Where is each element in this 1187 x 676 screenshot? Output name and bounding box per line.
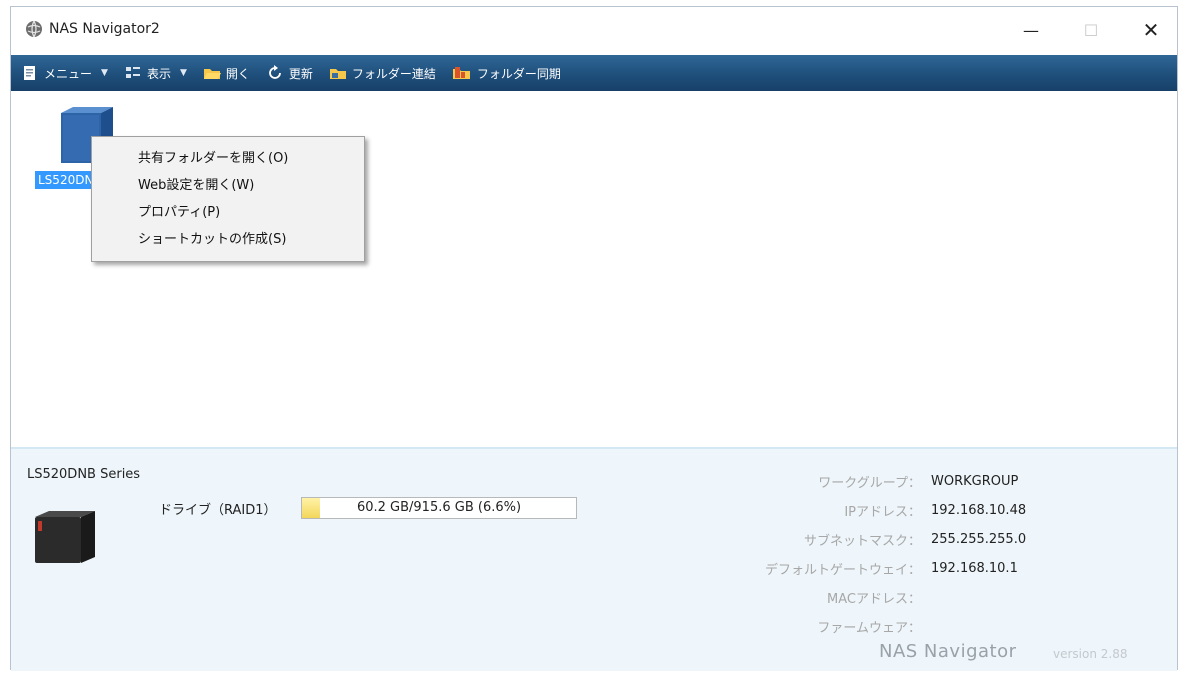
device-label: LS520DNB Series xyxy=(35,171,93,189)
toolbar: メニュー ▼ 表示 ▼ 開く 更新 フォルダー連結 フォルダー同期 xyxy=(11,55,1177,91)
property-value: 192.168.10.1 xyxy=(931,561,1018,576)
menu-item-properties[interactable]: プロパティ(P) xyxy=(92,199,364,226)
maximize-button[interactable]: ☐ xyxy=(1069,15,1113,45)
menu-item-open-shared-folder[interactable]: 共有フォルダーを開く(O) xyxy=(92,145,364,172)
toolbar-open-button[interactable]: 開く xyxy=(203,59,250,87)
folder-open-icon xyxy=(203,69,221,79)
refresh-icon xyxy=(269,65,281,79)
property-key: サブネットマスク： xyxy=(803,534,921,549)
toolbar-menu-button[interactable]: メニュー ▼ xyxy=(21,59,108,87)
title-bar: NAS Navigator2 — ☐ ✕ xyxy=(11,7,1177,53)
drive-usage-text: 60.2 GB/915.6 GB (6.6%) xyxy=(356,500,522,515)
property-row-firmware: ファームウェア： xyxy=(711,612,1151,641)
view-icon xyxy=(125,67,140,78)
property-key: ファームウェア： xyxy=(817,621,921,636)
toolbar-refresh-button[interactable]: 更新 xyxy=(266,59,313,87)
minimize-button[interactable]: — xyxy=(1009,15,1053,45)
device-info-panel: LS520DNB Series ドライブ（RAID1） 60.2 GB/915.… xyxy=(11,447,1177,671)
toolbar-refresh-label: 更新 xyxy=(288,66,313,81)
chevron-down-icon: ▼ xyxy=(179,68,187,78)
context-menu: 共有フォルダーを開く(O) Web設定を開く(W) プロパティ(P) ショートカ… xyxy=(91,136,365,262)
version-text: version 2.88 xyxy=(1053,647,1128,661)
menu-icon xyxy=(24,66,35,80)
property-value: 255.255.255.0 xyxy=(931,532,1027,547)
drive-usage-bar: 60.2 GB/915.6 GB (6.6%) xyxy=(301,497,577,519)
menu-item-create-shortcut[interactable]: ショートカットの作成(S) xyxy=(92,226,364,253)
window-title: NAS Navigator2 xyxy=(49,21,160,37)
property-row-subnet-mask: サブネットマスク： 255.255.255.0 xyxy=(711,525,1151,554)
toolbar-folder-sync-button[interactable]: フォルダー同期 xyxy=(452,59,561,87)
property-key: ワークグループ： xyxy=(818,476,921,491)
toolbar-folder-link-button[interactable]: フォルダー連結 xyxy=(329,59,436,87)
toolbar-view-button[interactable]: 表示 ▼ xyxy=(124,59,187,87)
device-properties: ワークグループ： WORKGROUP IPアドレス： 192.168.10.48… xyxy=(711,467,1151,641)
folder-link-icon xyxy=(329,69,346,79)
app-globe-icon xyxy=(26,20,42,38)
property-row-ip-address: IPアドレス： 192.168.10.48 xyxy=(711,496,1151,525)
menu-item-open-web-settings[interactable]: Web設定を開く(W) xyxy=(92,172,364,199)
property-row-workgroup: ワークグループ： WORKGROUP xyxy=(711,467,1151,496)
nas-navigator-window: NAS Navigator2 — ☐ ✕ メニュー ▼ 表示 ▼ 開く 更新 フ… xyxy=(10,6,1178,671)
property-key: デフォルトゲートウェイ： xyxy=(764,563,921,578)
chevron-down-icon: ▼ xyxy=(101,68,108,78)
nas-black-device-icon xyxy=(35,511,95,563)
toolbar-folder-link-label: フォルダー連結 xyxy=(351,66,436,81)
brand-logo-text: NAS Navigator xyxy=(879,641,1017,662)
property-value: WORKGROUP xyxy=(931,474,1019,489)
property-value: 192.168.10.48 xyxy=(931,503,1027,518)
property-row-default-gateway: デフォルトゲートウェイ： 192.168.10.1 xyxy=(711,554,1151,583)
drive-label: ドライブ（RAID1） xyxy=(159,503,277,518)
property-key: MACアドレス： xyxy=(827,592,921,607)
model-name: LS520DNB Series xyxy=(27,467,141,482)
toolbar-open-label: 開く xyxy=(225,66,250,81)
toolbar-folder-sync-label: フォルダー同期 xyxy=(476,66,561,81)
property-key: IPアドレス： xyxy=(844,505,921,520)
toolbar-menu-label: メニュー xyxy=(44,66,93,81)
close-button[interactable]: ✕ xyxy=(1129,15,1173,45)
folder-sync-icon xyxy=(452,67,470,79)
property-row-mac-address: MACアドレス： xyxy=(711,583,1151,612)
device-list-area: LS520DNB Series 共有フォルダーを開く(O) Web設定を開く(W… xyxy=(11,91,1177,447)
toolbar-view-label: 表示 xyxy=(146,66,171,81)
